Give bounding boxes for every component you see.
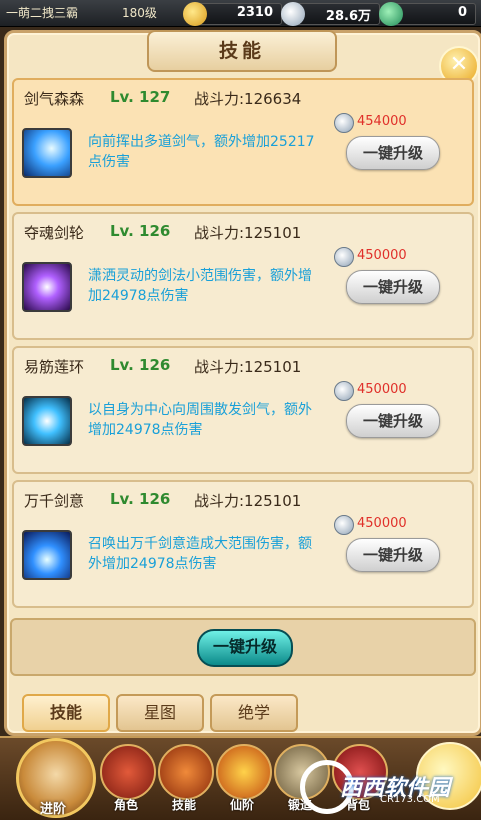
- upgrade-all-button[interactable]: 一键升级: [197, 629, 293, 667]
- panel-title: 技能: [147, 30, 337, 72]
- silver-coin-icon: [281, 2, 305, 26]
- nav-skills[interactable]: 技能: [156, 744, 214, 812]
- skill-card[interactable]: 夺魂剑轮 Lv. 126 战斗力:125101 450000 潇洒灵动的剑法小范…: [12, 212, 474, 340]
- skill-name: 夺魂剑轮: [24, 224, 85, 242]
- gold-ingot-icon: [183, 2, 207, 26]
- skill-level: Lv. 127: [110, 88, 171, 106]
- skill-card[interactable]: 易筋莲环 Lv. 126 战斗力:125101 450000 以自身为中心向周围…: [12, 346, 474, 474]
- upgrade-button[interactable]: 一键升级: [346, 136, 440, 170]
- thousand-swords-icon[interactable]: [22, 530, 72, 580]
- skill-card[interactable]: 剑气森森 Lv. 127 战斗力:126634 454000 向前挥出多道剑气，…: [12, 78, 474, 206]
- upgrade-cost: 450000: [357, 248, 407, 263]
- skill-level: Lv. 126: [110, 490, 171, 508]
- silver-coin-icon: [334, 381, 354, 401]
- watermark-subtext: CR173.COM: [380, 794, 440, 805]
- skill-power: 战斗力:125101: [194, 358, 302, 376]
- skill-power: 战斗力:125101: [194, 492, 302, 510]
- silver-coin-icon: [334, 515, 354, 535]
- skill-name: 万千剑意: [24, 492, 85, 510]
- skill-name: 易筋莲环: [24, 358, 85, 376]
- silver-value: 28.6万: [325, 9, 371, 24]
- panel-title-text: 技能: [218, 40, 265, 62]
- skill-card[interactable]: 万千剑意 Lv. 126 战斗力:125101 450000 召唤出万千剑意造成…: [12, 480, 474, 608]
- upgrade-button[interactable]: 一键升级: [346, 538, 440, 572]
- upgrade-cost: 450000: [357, 382, 407, 397]
- jade-resource: 0: [379, 2, 476, 26]
- nav-label: 仙阶: [229, 798, 254, 812]
- top-status-bar: 一萌二拽三霸 180级 2310 28.6万 0: [0, 0, 481, 27]
- advance-label: 进阶: [39, 802, 66, 817]
- skill-description: 以自身为中心向周围散发剑气，额外增加24978点伤害: [88, 402, 312, 438]
- character-icon: [100, 744, 156, 800]
- player-level: 180级: [122, 6, 157, 20]
- silver-resource: 28.6万: [281, 2, 380, 26]
- skill-power: 战斗力:125101: [194, 224, 302, 242]
- skill-description: 召唤出万千剑意造成大范围伤害，额外增加24978点伤害: [88, 536, 312, 572]
- nav-character[interactable]: 角色: [98, 744, 156, 812]
- jade-icon: [379, 2, 403, 26]
- gold-resource: 2310: [183, 2, 282, 26]
- skill-description: 潇洒灵动的剑法小范围伤害，额外增加24978点伤害: [88, 268, 312, 304]
- nav-label: 角色: [113, 798, 138, 812]
- skill-description: 向前挥出多道剑气，额外增加25217点伤害: [88, 134, 315, 170]
- skill-level: Lv. 126: [110, 222, 171, 240]
- nav-label: 技能: [171, 798, 196, 812]
- sword-qi-icon[interactable]: [22, 128, 72, 178]
- skill-book-icon: [158, 744, 214, 800]
- sword-wheel-icon[interactable]: [22, 262, 72, 312]
- nav-immortal-rank[interactable]: 仙阶: [214, 744, 272, 812]
- tab-star-map[interactable]: 星图: [116, 694, 204, 732]
- player-name: 一萌二拽三霸: [6, 6, 79, 20]
- upgrade-cost: 454000: [357, 114, 407, 129]
- lotus-ring-icon[interactable]: [22, 396, 72, 446]
- tab-ultimate[interactable]: 绝学: [210, 694, 298, 732]
- upgrade-button[interactable]: 一键升级: [346, 404, 440, 438]
- upgrade-cost: 450000: [357, 516, 407, 531]
- silver-coin-icon: [334, 113, 354, 133]
- skill-name: 剑气森森: [24, 90, 85, 108]
- gold-value: 2310: [236, 5, 273, 20]
- jade-value: 0: [457, 5, 467, 20]
- silver-coin-icon: [334, 247, 354, 267]
- skill-level: Lv. 126: [110, 356, 171, 374]
- tab-skills[interactable]: 技能: [22, 694, 110, 732]
- site-watermark: 西西软件园 CR173.COM: [300, 760, 470, 814]
- upgrade-button[interactable]: 一键升级: [346, 270, 440, 304]
- skill-power: 战斗力:126634: [194, 90, 302, 108]
- immortal-rank-icon: [216, 744, 272, 800]
